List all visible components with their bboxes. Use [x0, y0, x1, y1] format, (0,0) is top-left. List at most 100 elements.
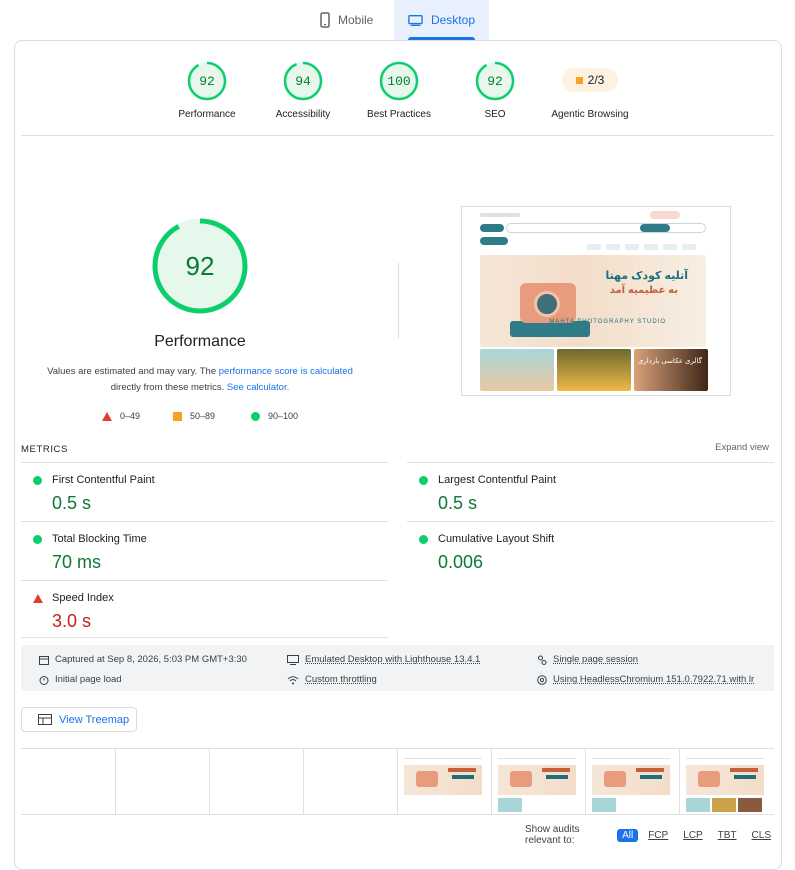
metric-name: First Contentful Paint — [52, 474, 155, 486]
treemap-icon — [38, 714, 52, 725]
legend-pass: 90–100 — [251, 411, 298, 421]
performance-score: 92 — [185, 250, 215, 281]
performance-description: Values are estimated and may vary. The p… — [35, 364, 365, 396]
tab-mobile[interactable]: Mobile — [306, 0, 394, 40]
gauge-best-practices[interactable]: 100 — [379, 61, 419, 101]
filter-tbt[interactable]: TBT — [713, 829, 742, 842]
info-browser: Using HeadlessChromium 151.0.7922.71 wit… — [537, 674, 754, 685]
filmstrip-frame[interactable] — [491, 749, 585, 815]
filmstrip-frame[interactable] — [585, 749, 679, 815]
filter-lcp[interactable]: LCP — [678, 829, 707, 842]
view-treemap-label: View Treemap — [59, 713, 130, 726]
desc-text: directly from these metrics. — [110, 382, 225, 393]
gauge-score: 92 — [199, 73, 215, 89]
device-tabs: Mobile Desktop — [0, 0, 795, 40]
legend-pass-label: 90–100 — [268, 411, 299, 421]
browser-text[interactable]: Using HeadlessChromium 151.0.7922.71 wit… — [553, 674, 754, 685]
gauge-label-agentic: Agentic Browsing — [551, 109, 629, 120]
emulation-text[interactable]: Emulated Desktop with Lighthouse 13.4.1 — [305, 654, 480, 665]
site-photo: گالری عکاسی بارداری — [634, 349, 708, 391]
info-throttling: Custom throttling — [287, 674, 377, 685]
filmstrip-frame-empty[interactable] — [21, 749, 115, 815]
filmstrip-frame[interactable] — [679, 749, 773, 815]
divider — [21, 135, 774, 136]
pass-circle-icon — [33, 476, 42, 485]
vertical-divider — [398, 263, 399, 339]
metric-lcp: Largest Contentful Paint 0.5 s — [407, 462, 774, 520]
metric-value: 3.0 s — [52, 611, 92, 631]
fail-triangle-icon — [33, 594, 43, 603]
mobile-icon — [320, 12, 330, 28]
expand-view-button[interactable]: Expand view — [715, 442, 769, 453]
filmstrip-frame-empty[interactable] — [209, 749, 303, 815]
metric-value: 0.006 — [438, 552, 484, 572]
metric-name: Cumulative Layout Shift — [438, 533, 555, 545]
banner-brand: MAHTA PHOTOGRAPHY STUDIO — [549, 319, 666, 325]
filmstrip-frame[interactable] — [397, 749, 491, 815]
timer-icon — [39, 675, 49, 685]
gauge-score: 94 — [295, 73, 311, 89]
metric-value: 0.5 s — [438, 493, 478, 513]
score-calculated-link[interactable]: performance score is calculated — [219, 366, 353, 377]
desc-text: Values are estimated and may vary. The — [47, 366, 217, 377]
site-pill — [480, 213, 520, 217]
view-treemap-button[interactable]: View Treemap — [21, 707, 137, 732]
site-topbar — [480, 211, 720, 221]
runtime-settings: Captured at Sep 8, 2026, 5:03 PM GMT+3:3… — [21, 645, 774, 691]
metric-value: 0.5 s — [52, 493, 92, 513]
gauge-seo[interactable]: 92 — [475, 61, 515, 101]
legend-average: 50–89 — [173, 411, 215, 421]
pass-circle-icon — [419, 476, 428, 485]
gauge-accessibility[interactable]: 94 — [283, 61, 323, 101]
desktop-icon — [408, 14, 423, 26]
filter-cls[interactable]: CLS — [747, 829, 776, 842]
info-captured: Captured at Sep 8, 2026, 5:03 PM GMT+3:3… — [39, 654, 247, 665]
filter-fcp[interactable]: FCP — [643, 829, 673, 842]
captured-text: Captured at Sep 8, 2026, 5:03 PM GMT+3:3… — [55, 654, 247, 665]
metric-value: 70 ms — [52, 552, 102, 572]
gallery-label: گالری عکاسی بارداری — [637, 358, 702, 365]
wifi-icon — [287, 675, 299, 684]
site-pill — [650, 211, 680, 219]
site-nav — [582, 237, 722, 250]
metric-fcp: First Contentful Paint 0.5 s — [21, 462, 388, 520]
see-calculator-link[interactable]: See calculator. — [227, 382, 289, 393]
site-button — [480, 224, 504, 232]
session-text[interactable]: Single page session — [553, 654, 638, 665]
site-button — [640, 224, 670, 232]
site-button — [480, 237, 508, 245]
performance-title: Performance — [154, 333, 246, 350]
gauge-score: 92 — [487, 73, 503, 89]
site-photo — [557, 349, 631, 391]
final-screenshot[interactable]: آتلیه کودک مهتا به عظیمیه آمد MAHTA PHOT… — [461, 206, 731, 396]
agentic-score: 2/3 — [587, 73, 605, 87]
gauge-score: 100 — [387, 73, 411, 89]
legend-fail-label: 0–49 — [120, 411, 141, 421]
audit-filter: Show audits relevant to: All FCP LCP TBT… — [525, 824, 781, 846]
session-icon — [538, 655, 547, 665]
legend-fail: 0–49 — [102, 411, 140, 421]
banner-title: آتلیه کودک مهتا — [605, 270, 688, 282]
filmstrip-frame-empty[interactable] — [303, 749, 397, 815]
metric-si: Speed Index 3.0 s — [21, 580, 388, 638]
info-session: Single page session — [537, 654, 638, 665]
throttling-text[interactable]: Custom throttling — [305, 674, 377, 685]
site-searchbar — [506, 223, 706, 233]
pass-circle-icon — [33, 535, 42, 544]
chrome-icon — [537, 674, 547, 685]
banner-lens — [534, 291, 560, 317]
average-square-icon — [575, 76, 583, 84]
agentic-browsing-badge[interactable]: 2/3 — [562, 68, 618, 92]
metric-name: Speed Index — [52, 592, 114, 604]
filmstrip-frame-empty[interactable] — [115, 749, 209, 815]
gauge-performance[interactable]: 92 — [187, 61, 227, 101]
site-photo — [480, 349, 554, 391]
tab-desktop[interactable]: Desktop — [394, 0, 489, 40]
tab-mobile-label: Mobile — [338, 13, 374, 27]
filter-all[interactable]: All — [617, 828, 639, 842]
tab-desktop-label: Desktop — [430, 13, 475, 27]
metric-tbt: Total Blocking Time 70 ms — [21, 521, 388, 579]
load-text: Initial page load — [55, 674, 122, 685]
metric-name: Total Blocking Time — [52, 533, 147, 545]
calendar-icon — [39, 655, 49, 665]
